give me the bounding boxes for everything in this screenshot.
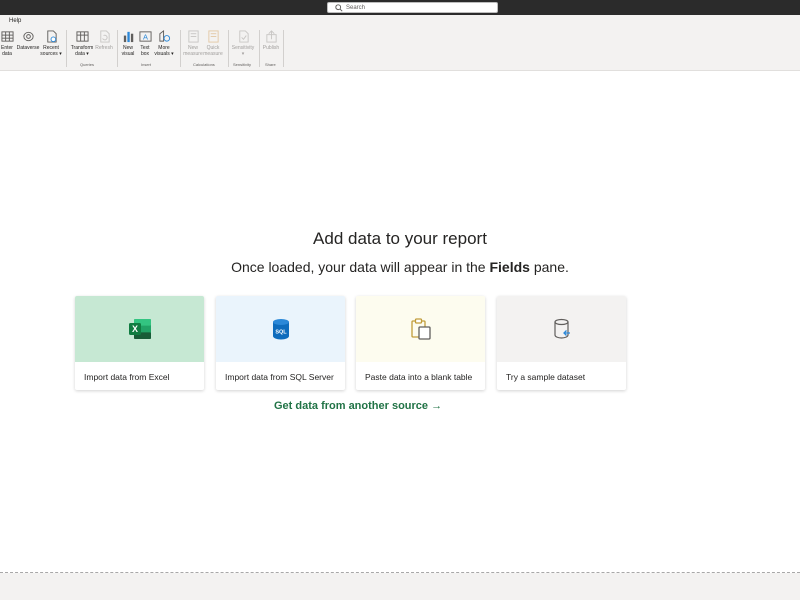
publish-label: Publish: [262, 45, 280, 51]
card-label: Try a sample dataset: [506, 372, 586, 382]
card-label: Paste data into a blank table: [365, 372, 473, 382]
sql-server-icon: SQL: [272, 319, 289, 340]
group-label-sensitivity: Sensitivity: [233, 62, 252, 67]
excel-icon: X: [128, 319, 151, 339]
ribbon-separator: [283, 30, 284, 67]
ribbon: Enter data Dataverse Recent sources ▾ Tr…: [0, 27, 800, 71]
search-icon: [335, 3, 343, 12]
group-label-calculations: Calculations: [193, 62, 215, 67]
sensitivity-button[interactable]: Sensitivity ▾: [231, 30, 255, 57]
group-label-queries: Queries: [80, 62, 95, 67]
new-measure-icon: [187, 30, 199, 43]
search-placeholder: Search: [346, 4, 366, 11]
menu-help[interactable]: Help: [9, 17, 21, 25]
more-visuals-label: More visuals ▾: [154, 45, 174, 57]
group-label-share: Share: [265, 62, 276, 67]
refresh-button[interactable]: Refresh: [92, 30, 116, 51]
page-subtitle: Once loaded, your data will appear in th…: [0, 259, 800, 275]
more-visuals-icon: [158, 30, 170, 42]
quick-measure-button[interactable]: Quick measure: [201, 30, 225, 57]
ribbon-separator: [228, 30, 229, 67]
transform-data-icon: [75, 31, 89, 42]
page-title: Add data to your report: [313, 229, 487, 248]
table-icon: [0, 31, 14, 42]
recent-sources-label: Recent sources ▾: [40, 45, 62, 57]
new-measure-label: New measure: [183, 45, 203, 57]
card-label: Import data from SQL Server: [225, 372, 334, 382]
svg-text:SQL: SQL: [275, 330, 287, 336]
get-data-another-source-link[interactable]: Get data from another source →: [274, 400, 442, 412]
dataverse-label: Dataverse: [16, 45, 40, 51]
publish-icon: [265, 30, 277, 43]
card-label: Import data from Excel: [84, 372, 170, 382]
group-label-insert: Insert: [141, 62, 152, 67]
card-icon-area: SQL: [216, 296, 345, 362]
card-icon-area: X: [75, 296, 204, 362]
quick-measure-label: Quick measure: [203, 45, 223, 57]
title-bar: Search: [0, 0, 800, 15]
paste-data-card[interactable]: Paste data into a blank table: [356, 296, 485, 390]
dataverse-icon: [22, 31, 34, 42]
subtitle-bold: Fields: [489, 259, 530, 275]
search-box[interactable]: Search: [327, 2, 498, 13]
refresh-label: Refresh: [95, 45, 113, 51]
svg-text:X: X: [131, 324, 137, 334]
recent-sources-icon: [46, 30, 57, 43]
transform-data-label: Transform data ▾: [70, 45, 94, 57]
transform-data-button[interactable]: Transform data ▾: [70, 30, 94, 57]
dataverse-button[interactable]: Dataverse: [16, 30, 40, 51]
subtitle-before: Once loaded, your data will appear in th…: [231, 259, 490, 275]
import-sql-server-card[interactable]: SQL Import data from SQL Server: [216, 296, 345, 390]
sample-dataset-card[interactable]: Try a sample dataset: [497, 296, 626, 390]
menu-bar: Help: [0, 15, 800, 27]
subtitle-after: pane.: [529, 259, 569, 275]
svg-text:A: A: [143, 32, 148, 41]
sensitivity-label: Sensitivity ▾: [231, 45, 255, 57]
ribbon-separator: [66, 30, 67, 67]
card-icon-area: [497, 296, 626, 362]
enter-data-label: Enter data: [1, 45, 13, 57]
card-icon-area: [356, 296, 485, 362]
more-visuals-button[interactable]: More visuals ▾: [152, 30, 176, 57]
refresh-icon: [99, 30, 110, 43]
quick-measure-icon: [207, 30, 219, 43]
page-tabs-bar: [0, 573, 800, 600]
recent-sources-button[interactable]: Recent sources ▾: [39, 30, 63, 57]
publish-button[interactable]: Publish: [259, 30, 283, 51]
text-box-label: Text box: [140, 45, 150, 57]
sensitivity-icon: [238, 30, 249, 43]
sample-dataset-icon: [553, 318, 570, 339]
import-excel-card[interactable]: X Import data from Excel: [75, 296, 204, 390]
text-box-icon: A: [138, 31, 152, 42]
paste-icon: [410, 318, 431, 340]
